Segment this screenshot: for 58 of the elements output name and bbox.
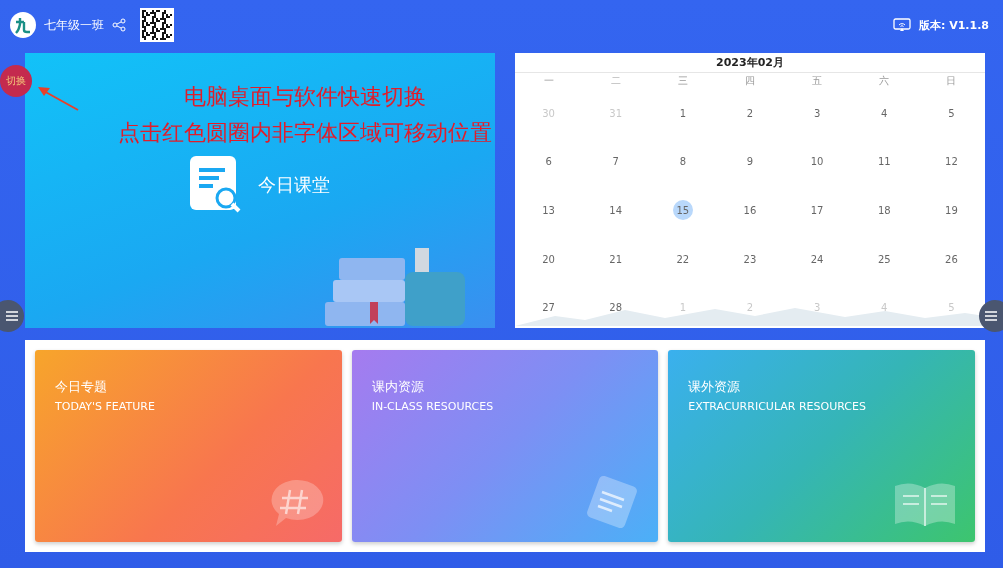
calendar-day[interactable]: 24 bbox=[807, 249, 828, 270]
calendar-day[interactable]: 6 bbox=[538, 151, 559, 172]
open-book-icon bbox=[893, 480, 957, 528]
weekday-label: 六 bbox=[878, 74, 891, 88]
class-name: 七年级一班 bbox=[44, 16, 104, 34]
calendar-day[interactable]: 21 bbox=[605, 249, 626, 270]
annotation-text: 点击红色圆圈内非字体区域可移动位置 bbox=[118, 119, 492, 147]
calendar-day[interactable]: 19 bbox=[941, 200, 962, 221]
weekday-label: 五 bbox=[811, 74, 824, 88]
calendar-day[interactable]: 2 bbox=[740, 103, 760, 124]
document-search-icon bbox=[190, 155, 242, 214]
calendar-day[interactable]: 27 bbox=[538, 297, 559, 318]
qr-code-icon bbox=[140, 8, 174, 42]
side-menu-button[interactable] bbox=[979, 300, 1003, 332]
calendar-day[interactable]: 26 bbox=[941, 249, 962, 270]
calendar-day[interactable]: 20 bbox=[538, 249, 559, 270]
resource-card[interactable]: 课内资源 IN-CLASS RESOURCES bbox=[351, 350, 659, 542]
card-subtitle: EXTRACURRICULAR RESOURCES bbox=[688, 400, 867, 413]
calendar-day[interactable]: 13 bbox=[538, 200, 559, 221]
calendar-day[interactable]: 9 bbox=[740, 151, 760, 172]
calendar-day[interactable]: 14 bbox=[605, 200, 626, 221]
today-class-label: 今日课堂 bbox=[258, 172, 330, 197]
share-icon[interactable] bbox=[112, 18, 126, 32]
calendar-day[interactable]: 11 bbox=[874, 151, 895, 172]
card-title: 课内资源 bbox=[371, 378, 425, 396]
menu-icon bbox=[985, 311, 997, 321]
side-menu-button[interactable] bbox=[0, 300, 24, 332]
calendar-day[interactable]: 4 bbox=[874, 103, 895, 124]
calendar-day[interactable]: 23 bbox=[740, 249, 760, 270]
calendar-day[interactable]: 10 bbox=[807, 151, 828, 172]
calendar-day[interactable]: 1 bbox=[672, 103, 693, 124]
calendar-day[interactable]: 17 bbox=[807, 200, 828, 221]
menu-icon bbox=[6, 311, 18, 321]
calendar-day[interactable]: 22 bbox=[672, 249, 693, 270]
calendar-day[interactable]: 28 bbox=[605, 297, 626, 318]
version-label: 版本: V1.1.8 bbox=[918, 17, 989, 33]
annotation-text: 电脑桌面与软件快速切换 bbox=[184, 83, 426, 111]
calendar-day[interactable]: 25 bbox=[874, 249, 895, 270]
arrow-icon bbox=[36, 84, 80, 112]
calendar-day[interactable]: 12 bbox=[941, 151, 962, 172]
weekday-label: 四 bbox=[744, 74, 756, 88]
calendar-day[interactable]: 16 bbox=[740, 200, 760, 221]
card-title: 课外资源 bbox=[688, 378, 742, 396]
calendar-day[interactable]: 5 bbox=[941, 103, 962, 124]
card-title: 今日专题 bbox=[55, 378, 108, 396]
calendar-day[interactable]: 15 bbox=[672, 200, 693, 221]
card-subtitle: IN-CLASS RESOURCES bbox=[371, 400, 495, 413]
calendar-day[interactable]: 3 bbox=[807, 103, 828, 124]
calendar-day[interactable]: 8 bbox=[672, 151, 693, 172]
switch-button[interactable]: 切换 bbox=[0, 65, 32, 97]
weekday-label: 日 bbox=[945, 74, 958, 88]
logo-icon bbox=[10, 12, 36, 38]
screen-cast-icon[interactable] bbox=[892, 18, 911, 32]
weekday-label: 三 bbox=[676, 74, 689, 88]
calendar-title: 2023年02月 bbox=[515, 53, 985, 73]
calendar-day[interactable]: 18 bbox=[874, 200, 895, 221]
calendar-day[interactable]: 7 bbox=[605, 151, 626, 172]
card-subtitle: TODAY'S FEATURE bbox=[55, 400, 156, 413]
